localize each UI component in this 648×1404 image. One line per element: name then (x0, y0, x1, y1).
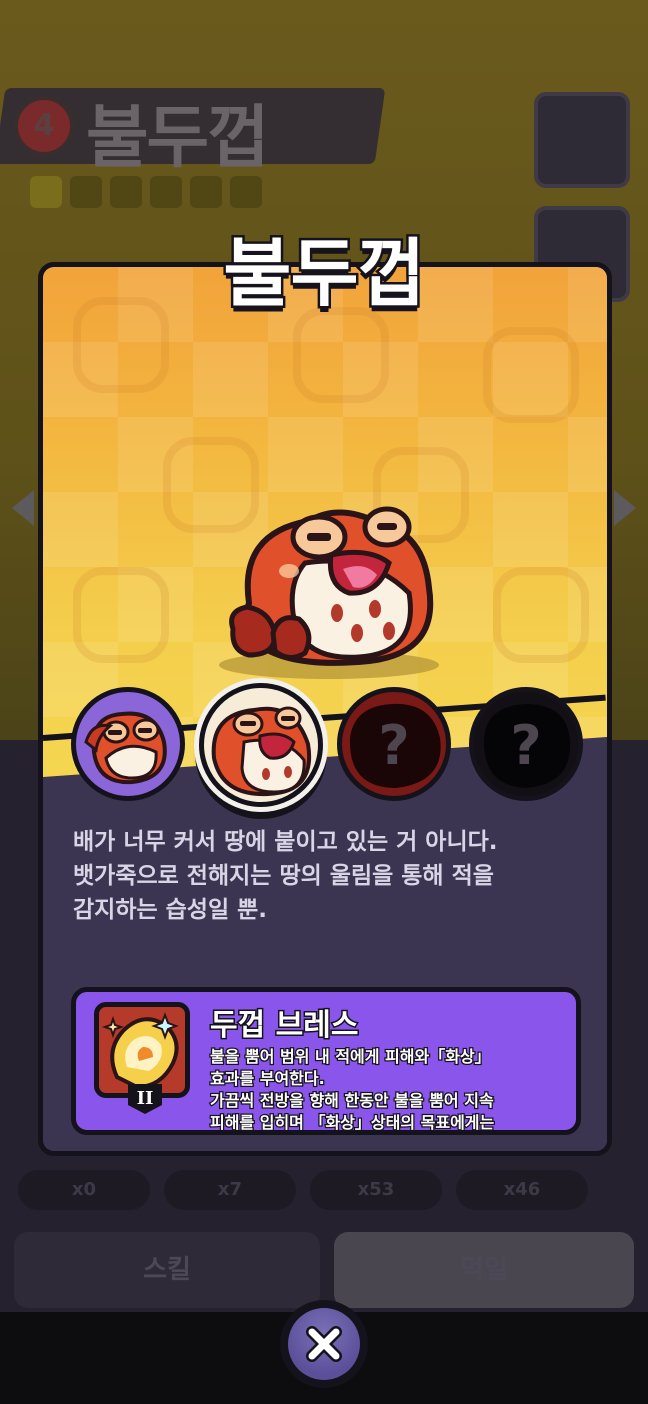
background-stat-row: x0 x7 x53 x46 (18, 1170, 648, 1210)
background-stat: x46 (456, 1170, 588, 1210)
skill-description-line: 가끔씩 전방을 향해 한동안 불을 뿜어 지속 (209, 1090, 495, 1112)
background-star-rating (30, 176, 262, 208)
close-button-face[interactable] (288, 1308, 360, 1380)
background-stat: x7 (164, 1170, 296, 1210)
baby-toad-icon (84, 711, 167, 785)
fire-toad-icon (211, 706, 312, 797)
background-monster-name: 불두껍 (86, 99, 270, 178)
monster-detail-popup: ? ? 배가 너무 커서 땅에 붙이고 있는 거 아니다. 뱃가죽으로 전해지는… (38, 262, 612, 1156)
skill-card[interactable]: II 두껍 브레스 불을 뿜어 범위 내 적에게 피해와「화상」 효과를 부여한… (71, 987, 581, 1135)
next-arrow-icon (614, 490, 636, 526)
star-icon (150, 176, 182, 208)
background-side-card (534, 92, 630, 188)
background-element-badge: 4 (14, 96, 74, 156)
description-line: 뱃가죽으로 전해지는 땅의 울림을 통해 적을 (73, 863, 494, 889)
question-mark: ? (510, 714, 542, 777)
pattern-decoration (493, 567, 589, 663)
prev-arrow-icon (12, 490, 34, 526)
evolution-slots: ? ? (71, 683, 591, 817)
star-icon (30, 176, 62, 208)
pattern-decoration (483, 327, 579, 423)
popup-title: 불두껍 (221, 229, 428, 320)
monster-description: 배가 너무 커서 땅에 붙이고 있는 거 아니다. 뱃가죽으로 전해지는 땅의 … (73, 825, 573, 927)
fire-toad-illustration (219, 506, 439, 679)
skill-description-line: 피해를 입히며 「화상」상태의 목표에게는 (209, 1112, 496, 1132)
pattern-decoration (293, 307, 389, 403)
close-icon (306, 1326, 342, 1362)
description-line: 감지하는 습성일 뿐. (73, 897, 268, 923)
evolution-slot-1[interactable] (71, 687, 185, 801)
background-feed-button: 먹일 (334, 1232, 634, 1308)
skill-level-badge: II (128, 1084, 162, 1114)
evolution-slot-2[interactable] (199, 683, 323, 807)
star-icon (190, 176, 222, 208)
star-icon (110, 176, 142, 208)
evolution-slot-3-locked[interactable]: ? (337, 687, 451, 801)
star-icon (230, 176, 262, 208)
skill-name: 두껍 브레스 (208, 1007, 359, 1045)
close-button[interactable] (280, 1300, 368, 1388)
star-icon (70, 176, 102, 208)
skill-description-line: 불을 뿜어 범위 내 적에게 피해와「화상」 (209, 1046, 492, 1068)
pattern-decoration (73, 567, 169, 663)
question-mark: ? (378, 714, 410, 777)
fire-breath-skill-icon (94, 1002, 190, 1098)
background-stat: x0 (18, 1170, 150, 1210)
background-skill-button: 스킬 (14, 1232, 320, 1308)
evolution-slot-4-locked[interactable]: ? (469, 687, 583, 801)
skill-description-line: 효과를 부여한다. (209, 1068, 326, 1090)
description-line: 배가 너무 커서 땅에 붙이고 있는 거 아니다. (73, 829, 498, 855)
background-stat: x53 (310, 1170, 442, 1210)
skill-description: 불을 뿜어 범위 내 적에게 피해와「화상」 효과를 부여한다. 가끔씩 전방을… (209, 1046, 576, 1132)
